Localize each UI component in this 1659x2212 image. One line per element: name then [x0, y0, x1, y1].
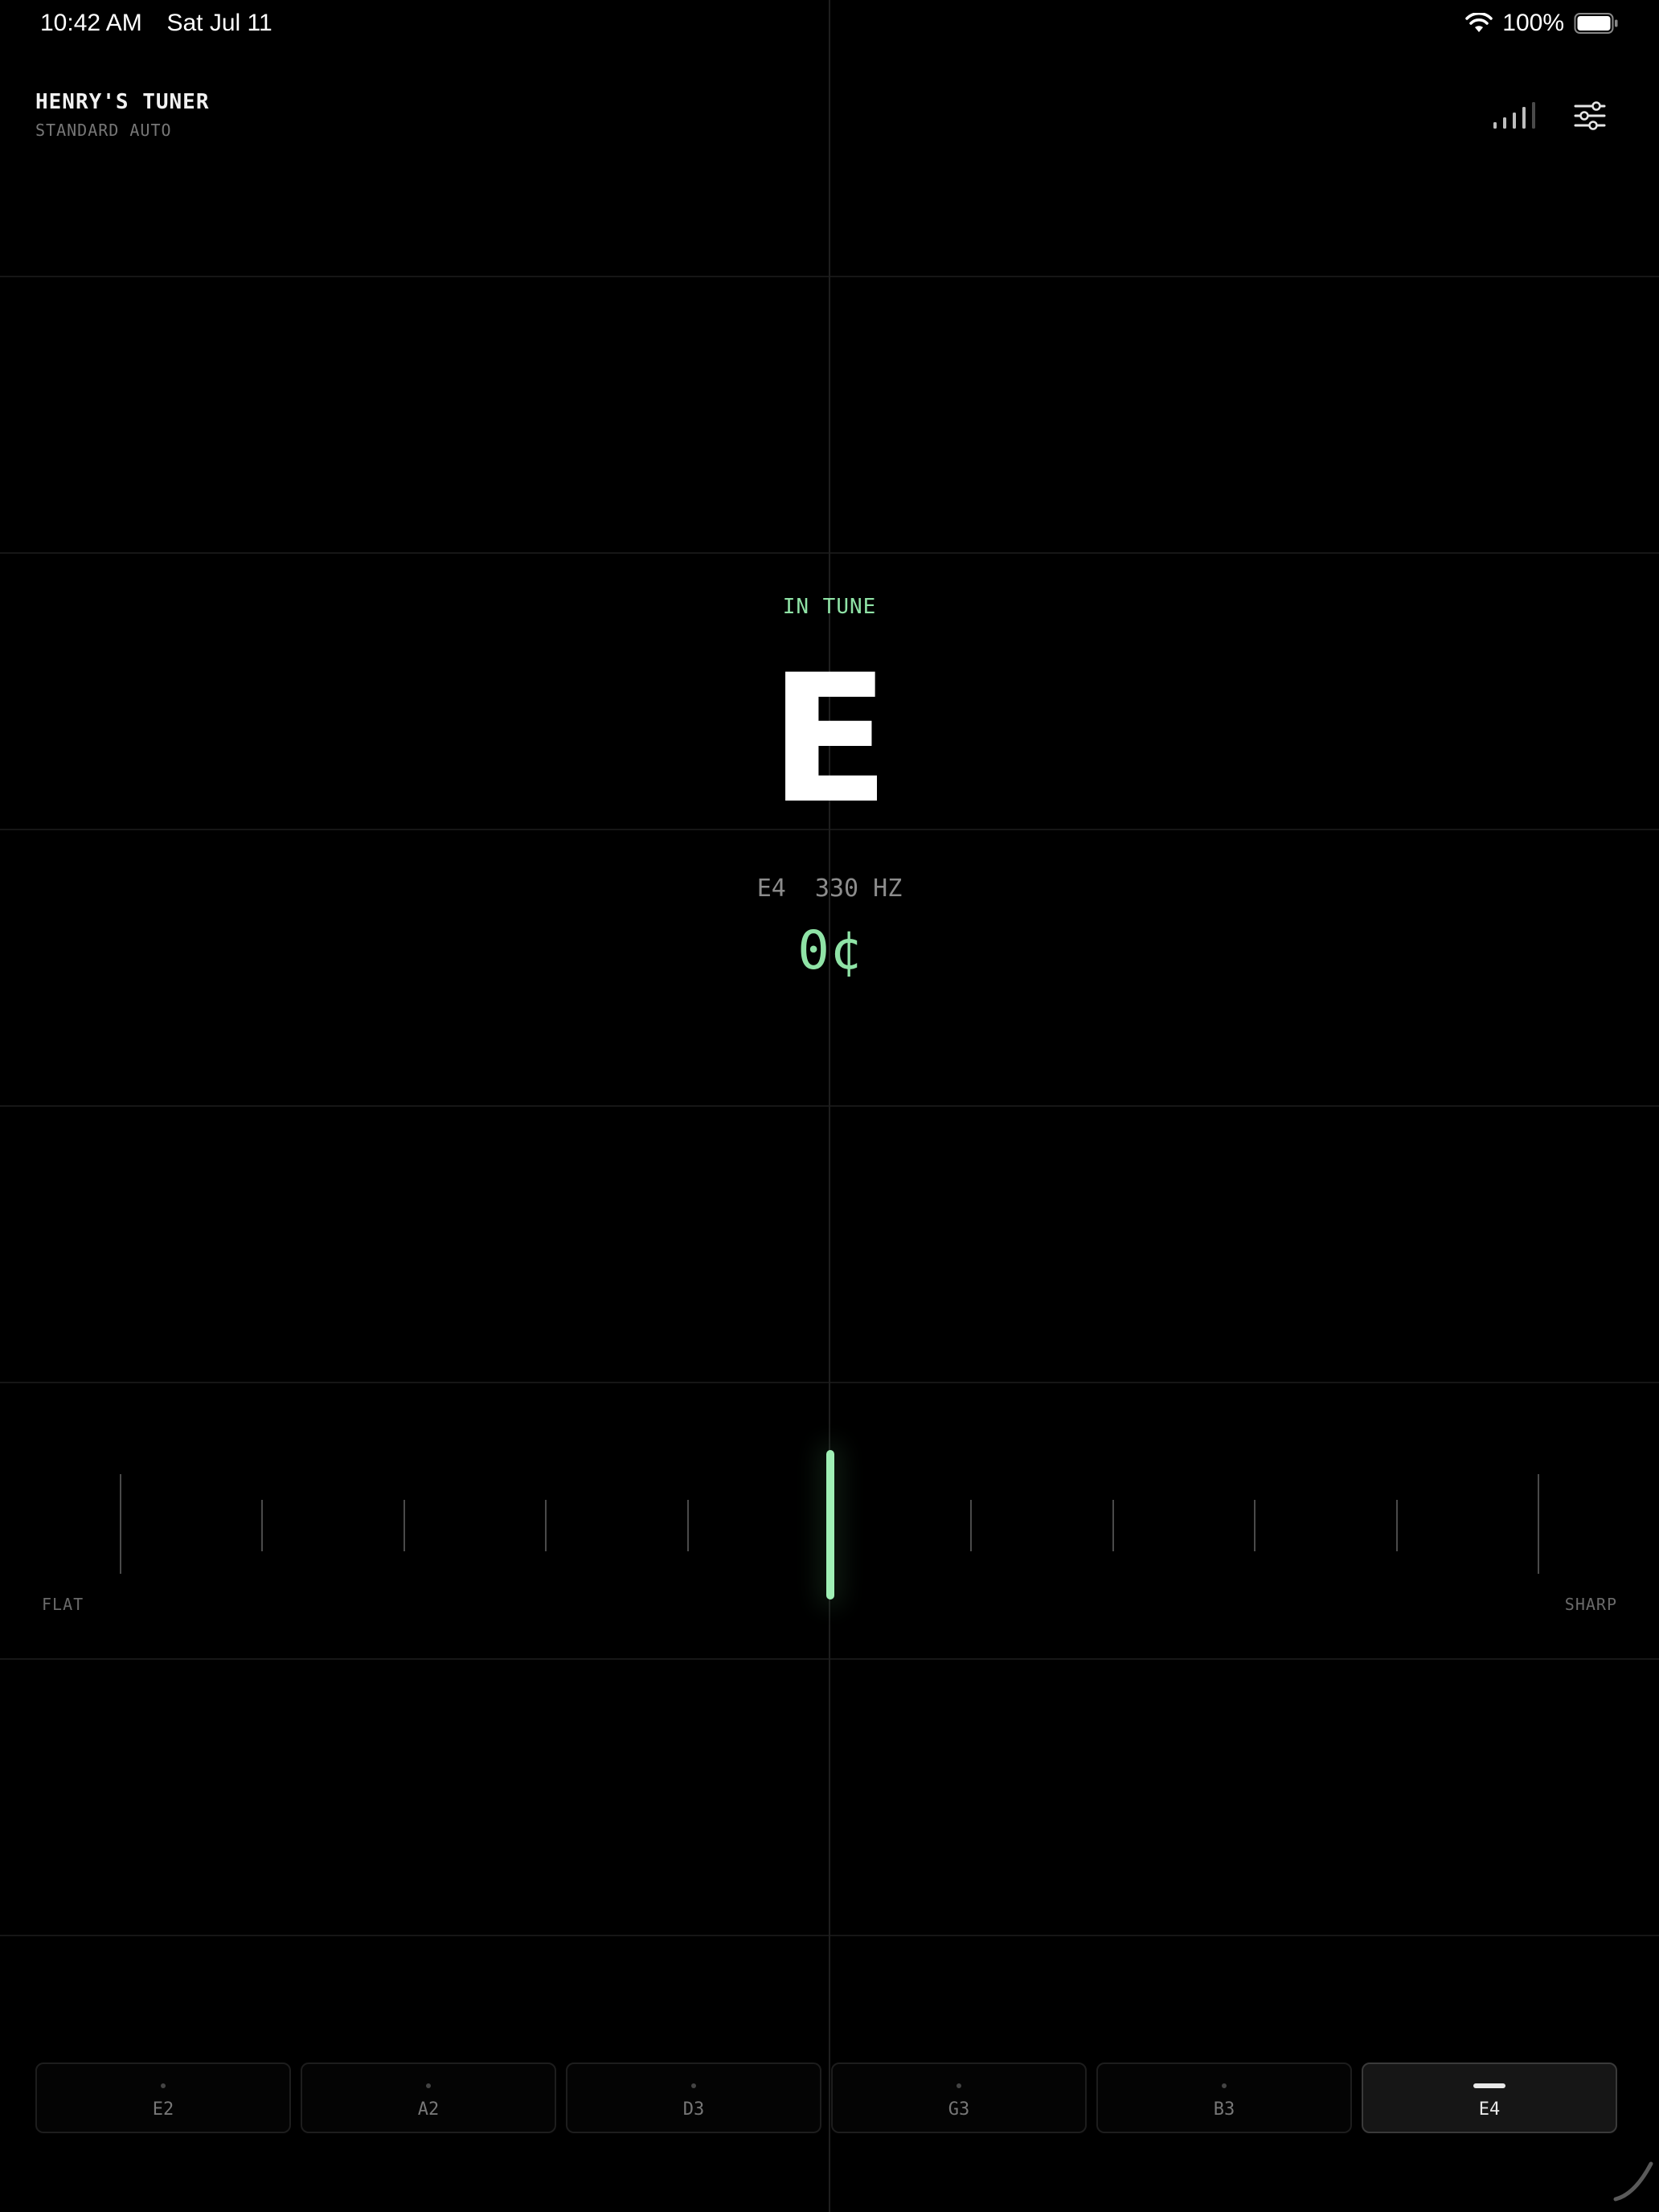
app-title: HENRY'S TUNER	[35, 90, 210, 114]
tuning-mode: STANDARD AUTO	[35, 121, 172, 140]
center-line	[829, 0, 830, 2212]
meter-tick	[970, 1500, 972, 1551]
meter-tick	[687, 1500, 689, 1551]
string-button-a2[interactable]: A2	[301, 2062, 556, 2133]
string-indicator	[691, 2083, 696, 2088]
string-indicator	[161, 2083, 166, 2088]
tuning-needle	[826, 1450, 834, 1600]
meter-tick	[1538, 1474, 1539, 1574]
string-label: A2	[417, 2099, 440, 2120]
string-indicator	[956, 2083, 961, 2088]
meter-tick	[261, 1500, 263, 1551]
detected-note: E	[768, 637, 891, 842]
flat-label: FLAT	[42, 1595, 84, 1614]
string-button-e4[interactable]: E4	[1362, 2062, 1617, 2133]
string-indicator	[1222, 2083, 1227, 2088]
signal-level-icon[interactable]	[1490, 100, 1542, 132]
meter-tick	[1396, 1500, 1398, 1551]
wifi-icon	[1465, 13, 1493, 32]
string-label: E2	[152, 2099, 174, 2120]
string-label: D3	[682, 2099, 705, 2120]
date: Sat Jul 11	[166, 10, 272, 36]
status-indicators: 100%	[1465, 10, 1619, 37]
battery-percent: 100%	[1502, 10, 1564, 36]
meter-tick	[1254, 1500, 1256, 1551]
string-button-e2[interactable]: E2	[35, 2062, 291, 2133]
meter-tick	[403, 1500, 405, 1551]
meter-tick	[120, 1474, 121, 1574]
string-button-d3[interactable]: D3	[566, 2062, 821, 2133]
string-indicator	[1473, 2083, 1505, 2088]
note-frequency: E4 330 HZ	[756, 875, 903, 903]
string-button-g3[interactable]: G3	[831, 2062, 1087, 2133]
string-label: B3	[1213, 2099, 1235, 2120]
settings-sliders-icon[interactable]	[1569, 95, 1611, 137]
battery-icon	[1574, 13, 1618, 34]
string-indicator	[426, 2083, 431, 2088]
tune-status: IN TUNE	[782, 595, 877, 619]
string-label: G3	[948, 2099, 970, 2120]
time: 10:42 AM	[40, 10, 142, 36]
sharp-label: SHARP	[1564, 1595, 1617, 1614]
meter-tick	[545, 1500, 547, 1551]
meter-tick	[1112, 1500, 1114, 1551]
resize-handle-icon[interactable]	[1611, 2159, 1656, 2204]
status-time: 10:42 AM Sat Jul 11	[40, 10, 272, 37]
cents-deviation: 0¢	[797, 920, 862, 981]
string-label: E4	[1478, 2099, 1501, 2120]
string-selector: E2 A2 D3 G3 B3 E4	[35, 2062, 1617, 2133]
string-button-b3[interactable]: B3	[1096, 2062, 1352, 2133]
